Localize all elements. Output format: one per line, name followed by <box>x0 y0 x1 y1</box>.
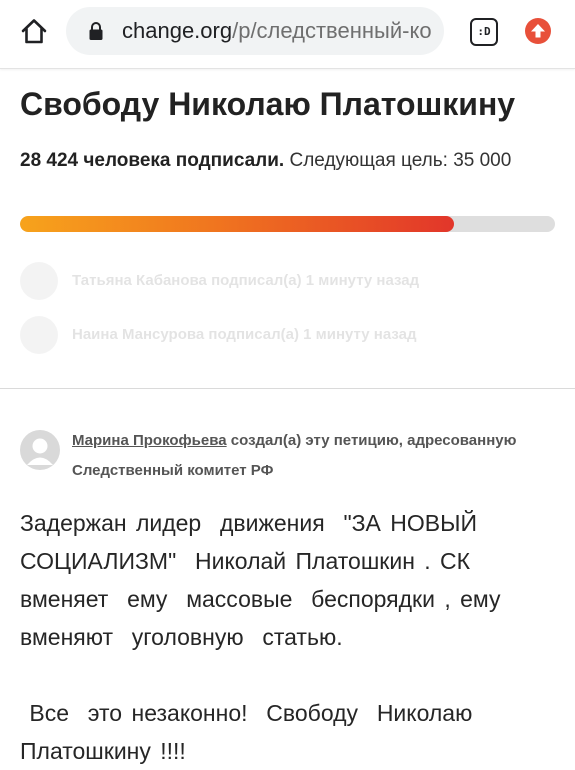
user-avatar-icon <box>20 430 60 470</box>
address-bar[interactable]: change.org/p/следственный-ко <box>66 7 444 55</box>
progress-fill <box>20 216 455 232</box>
signature-count: 28 424 человека подписали. Следующая цел… <box>20 145 540 177</box>
url-text: change.org/p/следственный-ко <box>122 18 432 44</box>
recent-signer-text: Татьяна Кабанова подписал(а) 1 минуту на… <box>72 272 420 289</box>
petition-title: Свободу Николаю Платошкину <box>20 86 516 122</box>
petition-description: Задержан лидер движения "ЗА НОВЫЙ СОЦИАЛ… <box>20 504 555 770</box>
creator-name-link[interactable]: Марина Прокофьева <box>72 432 227 449</box>
upload-icon[interactable] <box>524 17 552 45</box>
avatar <box>20 262 58 300</box>
tab-switcher-icon[interactable]: :D <box>470 18 498 46</box>
next-goal: Следующая цель: 35 000 <box>284 150 512 171</box>
petition-creator: Марина Прокофьева создал(а) эту петицию,… <box>72 426 542 486</box>
section-divider <box>0 388 575 389</box>
signature-progress-bar <box>20 216 555 232</box>
url-domain: change.org <box>122 18 233 43</box>
lock-icon <box>89 22 103 40</box>
avatar <box>20 316 58 354</box>
home-icon[interactable] <box>20 17 48 45</box>
tab-label: :D <box>477 25 491 38</box>
description-paragraph: Все это незаконно! Свободу Николаю Плато… <box>20 700 482 764</box>
browser-toolbar: change.org/p/следственный-ко :D <box>0 0 575 69</box>
url-path: /p/следственный-ко <box>232 18 432 43</box>
signed-count: 28 424 человека подписали. <box>20 150 285 171</box>
recent-signer-text: Наина Мансурова подписал(а) 1 минуту наз… <box>72 326 417 343</box>
description-paragraph: Задержан лидер движения "ЗА НОВЫЙ СОЦИАЛ… <box>20 510 510 650</box>
